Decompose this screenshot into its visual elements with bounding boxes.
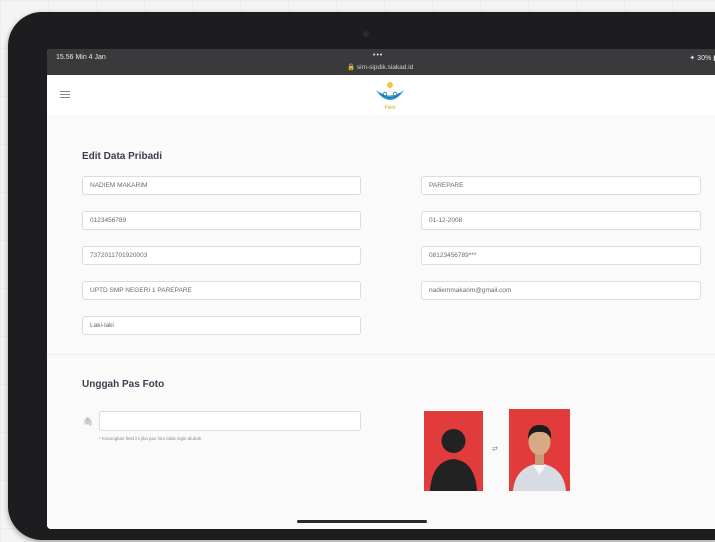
phone-field[interactable]: 08123456789*** xyxy=(421,246,701,265)
tablet-frame: 15.56 Min 4 Jan ••• 🔒 sim-sipdik.siakad.… xyxy=(8,12,715,540)
birthdate-field[interactable]: 01-12-2008 xyxy=(421,211,701,230)
address-url[interactable]: 🔒 sim-sipdik.siakad.id xyxy=(347,63,413,71)
status-bar: 15.56 Min 4 Jan ••• 🔒 sim-sipdik.siakad.… xyxy=(47,49,715,75)
tablet-screen: 15.56 Min 4 Jan ••• 🔒 sim-sipdik.siakad.… xyxy=(47,49,715,529)
top-navbar: Psim xyxy=(47,75,715,116)
hamburger-menu-icon[interactable] xyxy=(60,91,70,100)
photo-section-title: Unggah Pas Foto xyxy=(82,379,165,390)
school-field[interactable]: UPTD SMP NEGERI 1 PAREPARE xyxy=(82,281,361,300)
photo-upload-input[interactable] xyxy=(99,411,361,431)
photo-upload-note: * Kosongkan field ini jika pas foto tida… xyxy=(99,436,202,441)
logo-caption: Psim xyxy=(384,105,395,111)
gender-field[interactable]: Laki-laki xyxy=(82,316,361,335)
nip-field[interactable]: 0123456789 xyxy=(82,211,361,230)
battery-indicator: ✦ 30% ▮ xyxy=(689,55,715,62)
personal-data-title: Edit Data Pribadi xyxy=(82,151,163,162)
nik-field[interactable]: 7372011701920003 xyxy=(82,246,361,265)
name-field[interactable]: NADIEM MAKARIM xyxy=(82,176,361,195)
email-field[interactable]: nadiemmakarim@gmail.com xyxy=(421,281,701,300)
home-indicator xyxy=(297,520,427,523)
main-content: Edit Data Pribadi NADIEM MAKARIM 0123456… xyxy=(47,115,715,529)
swap-arrows-icon: ⇄ xyxy=(492,446,498,453)
more-dots-icon[interactable]: ••• xyxy=(373,52,383,59)
section-divider xyxy=(47,354,715,355)
app-logo: Psim xyxy=(376,82,404,111)
new-photo-preview xyxy=(509,409,570,491)
paperclip-icon: 🖇 xyxy=(83,417,94,426)
old-photo-placeholder xyxy=(424,411,483,491)
status-time: 15.56 Min 4 Jan xyxy=(56,54,106,61)
camera-dot xyxy=(363,31,369,37)
birthplace-field[interactable]: PAREPARE xyxy=(421,176,701,195)
